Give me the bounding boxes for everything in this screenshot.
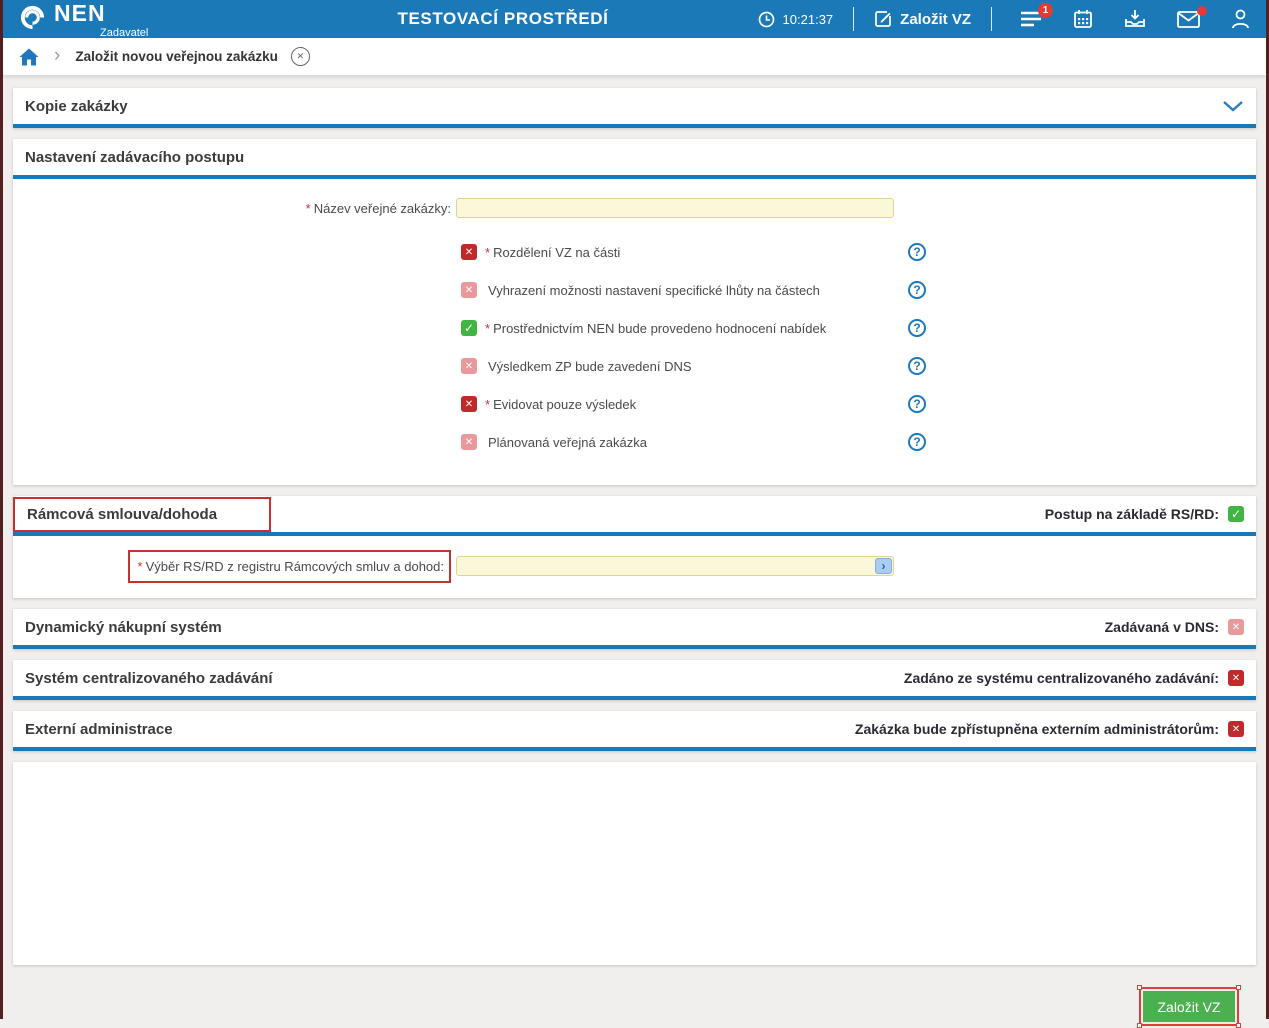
checkbox-row-hodnoceni: * Prostřednictvím NEN bude provedeno hod… [13,309,1256,347]
dns-right-label: Zadávaná v DNS: [1105,619,1219,635]
messages-button[interactable] [1177,11,1200,28]
rsrd-select-row: *Výběr RS/RD z registru Rámcových smluv … [13,556,1256,576]
checkbox-evidovat-vysledek[interactable] [461,396,477,412]
checkbox-row-evidovat: * Evidovat pouze výsledek [13,385,1256,423]
server-time: 10:21:37 [758,11,834,28]
section-externi: Externí administrace Zakázka bude zpříst… [13,711,1256,751]
breadcrumb: › Založit novou veřejnou zakázku [3,38,1266,75]
nazev-vz-row: * Název veřejné zakázky: [13,193,1256,223]
home-icon[interactable] [19,48,39,66]
environment-title: TESTOVACÍ PROSTŘEDÍ [397,9,608,29]
empty-content-panel [13,762,1256,965]
checkbox-label: Vyhrazení možnosti nastavení specifické … [485,283,820,298]
brand-name: NEN [54,0,106,26]
page-content: Kopie zakázky Nastavení zadávacího postu… [3,75,1266,1024]
checkbox-externi-admin[interactable] [1228,721,1244,737]
breadcrumb-current: Založit novou veřejnou zakázku [75,49,278,64]
rsrd-picker-button[interactable]: › [875,558,892,574]
ramcova-right-label: Postup na základě RS/RD: [1045,506,1219,522]
scz-right-label: Zadáno ze systému centralizovaného zadáv… [904,670,1219,686]
divider [991,7,992,31]
help-icon[interactable] [908,319,926,337]
section-dns: Dynamický nákupní systém Zadávaná v DNS: [13,609,1256,649]
checkbox-zadano-scz[interactable] [1228,670,1244,686]
top-bar: NEN Zadavatel TESTOVACÍ PROSTŘEDÍ 10:21:… [3,0,1266,38]
annotation-handle [1137,1023,1142,1028]
inbox-download-button[interactable] [1124,9,1146,29]
nazev-vz-label: * Název veřejné zakázky: [13,201,456,216]
checkbox-label: * Rozdělení VZ na části [485,245,620,260]
menu-badge: 1 [1038,3,1053,18]
checkbox-label: * Evidovat pouze výsledek [485,397,636,412]
checkbox-row-vyhrazeni: Vyhrazení možnosti nastavení specifické … [13,271,1256,309]
help-icon[interactable] [908,395,926,413]
nazev-vz-input[interactable] [456,198,894,218]
annotation-handle [1236,1023,1241,1028]
checkbox-vyhrazeni-lhuty[interactable] [461,282,477,298]
checkbox-row-dns-zavedeni: Výsledkem ZP bude zavedení DNS [13,347,1256,385]
section-title-externi: Externí administrace [25,721,173,738]
checkbox-zadavana-dns[interactable] [1228,619,1244,635]
rsrd-select-label: *Výběr RS/RD z registru Rámcových smluv … [128,550,451,583]
section-title-scz: Systém centralizovaného zadávání [25,670,273,687]
chevron-down-icon [1222,100,1244,112]
section-nastaveni: Nastavení zadávacího postupu * Název veř… [13,139,1256,485]
nen-swirl-icon [19,4,46,31]
breadcrumb-chevron-icon: › [54,46,60,65]
messages-badge [1197,6,1207,16]
checkbox-row-rozdeleni: * Rozdělení VZ na části [13,233,1256,271]
checkbox-vysledek-dns[interactable] [461,358,477,374]
checkbox-label: * Prostřednictvím NEN bude provedeno hod… [485,321,826,336]
user-profile-button[interactable] [1231,9,1250,29]
footer-action-bar: Založit VZ [13,976,1256,1024]
menu-button[interactable]: 1 [1020,10,1042,28]
help-icon[interactable] [908,357,926,375]
checkbox-postup-rsrd[interactable] [1228,506,1244,522]
submit-zalozit-vz-button[interactable]: Založit VZ [1143,991,1235,1022]
clock-icon [758,11,775,28]
section-title-dns: Dynamický nákupní systém [25,619,222,636]
calendar-icon [1073,9,1093,29]
edit-icon [874,10,892,28]
close-tab-icon[interactable] [291,47,310,66]
user-icon [1231,9,1250,29]
annotation-handle [1137,985,1142,990]
section-title-kopie: Kopie zakázky [25,98,128,115]
checkbox-label: Výsledkem ZP bude zavedení DNS [485,359,692,374]
rsrd-select-input[interactable] [456,556,894,576]
checkbox-planovana-vz[interactable] [461,434,477,450]
section-title-nastaveni: Nastavení zadávacího postupu [25,149,244,166]
help-icon[interactable] [908,243,926,261]
checkbox-label: Plánovaná veřejná zakázka [485,435,647,450]
checkbox-rozdeleni-vz[interactable] [461,244,477,260]
help-icon[interactable] [908,281,926,299]
calendar-button[interactable] [1073,9,1093,29]
expand-section-button[interactable] [1222,100,1244,112]
section-ramcova: Rámcová smlouva/dohoda Postup na základě… [13,496,1256,598]
section-title-ramcova: Rámcová smlouva/dohoda [13,497,271,532]
help-icon[interactable] [908,433,926,451]
checkbox-row-planovana: Plánovaná veřejná zakázka [13,423,1256,461]
section-scz: Systém centralizovaného zadávání Zadáno … [13,660,1256,700]
section-kopie-zakazky: Kopie zakázky [13,88,1256,128]
create-vz-header-button[interactable]: Založit VZ [874,10,971,28]
inbox-download-icon [1124,9,1146,29]
annotation-handle [1236,985,1241,990]
nen-logo[interactable]: NEN Zadavatel [19,2,106,36]
checkbox-nen-hodnoceni[interactable] [461,320,477,336]
divider [853,7,854,31]
externi-right-label: Zakázka bude zpřístupněna externím admin… [855,721,1219,737]
